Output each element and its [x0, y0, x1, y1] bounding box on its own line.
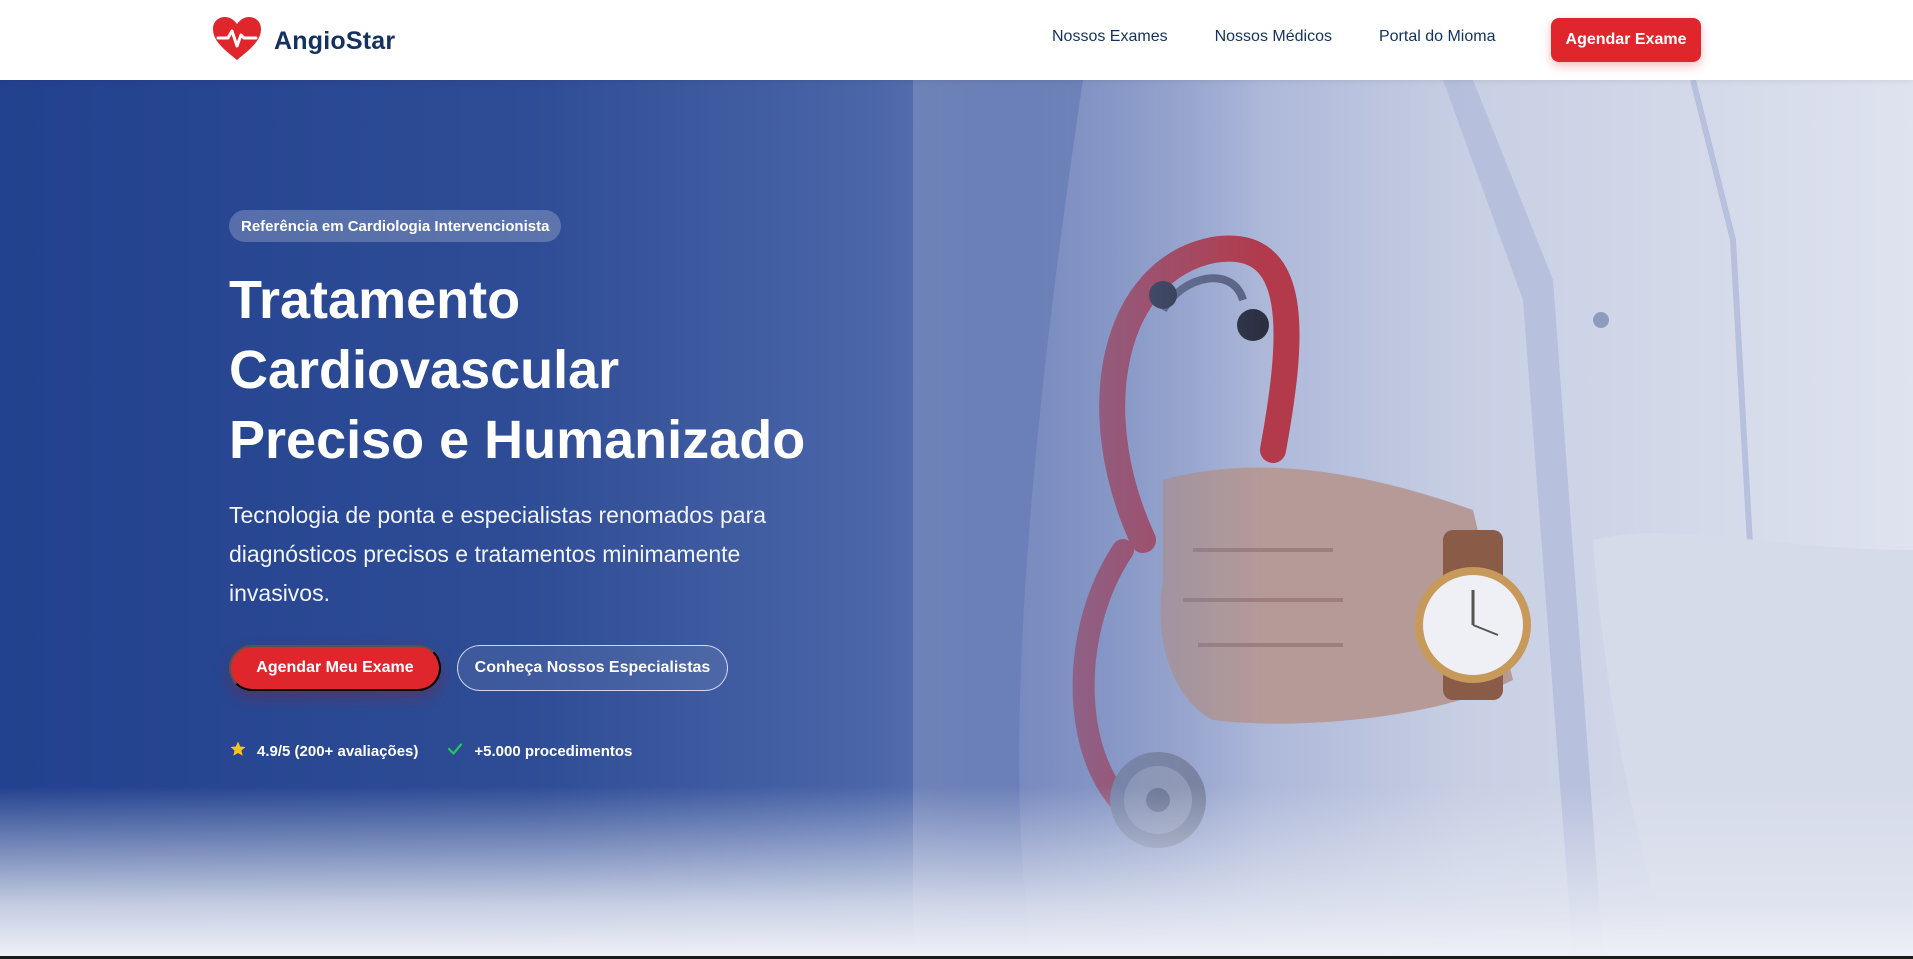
procedures-text: +5.000 procedimentos [474, 742, 633, 760]
nav-item-exames[interactable]: Nossos Exames [1052, 28, 1168, 46]
hero-badge: Referência em Cardiologia Intervencionis… [229, 210, 562, 242]
schedule-my-exam-button[interactable]: Agendar Meu Exame [229, 645, 441, 691]
hero-title-line-2: Cardiovascular [229, 340, 620, 400]
hero-section: Referência em Cardiologia Intervencionis… [0, 80, 1913, 956]
heart-pulse-icon [212, 16, 262, 67]
check-icon [446, 740, 464, 762]
hero-stats: 4.9/5 (200+ avaliações) +5.000 procedime… [229, 740, 632, 762]
site-header: AngioStar Nossos Exames Nossos Médicos P… [0, 0, 1913, 80]
procedures-stat: +5.000 procedimentos [446, 740, 632, 762]
nav-item-portal-mioma[interactable]: Portal do Mioma [1379, 28, 1496, 46]
hero-subtitle: Tecnologia de ponta e especialistas reno… [229, 502, 767, 606]
header-schedule-button[interactable]: Agendar Exame [1551, 18, 1701, 62]
hero-title: Tratamento Cardiovascular Preciso e Huma… [229, 265, 869, 475]
brand-name: AngioStar [274, 27, 396, 55]
brand-logo[interactable]: AngioStar [212, 16, 395, 67]
hero-title-line-1: Tratamento [229, 270, 521, 330]
nav-item-medicos[interactable]: Nossos Médicos [1215, 28, 1332, 46]
main-nav: Nossos Exames Nossos Médicos Portal do M… [1052, 28, 1495, 46]
meet-specialists-button[interactable]: Conheça Nossos Especialistas [457, 645, 728, 691]
hero-title-line-3: Preciso e Humanizado [229, 410, 806, 470]
rating-text: 4.9/5 (200+ avaliações) [257, 742, 419, 760]
star-icon [229, 740, 247, 762]
rating-stat: 4.9/5 (200+ avaliações) [229, 740, 418, 762]
hero-bottom-fade [0, 786, 1913, 956]
